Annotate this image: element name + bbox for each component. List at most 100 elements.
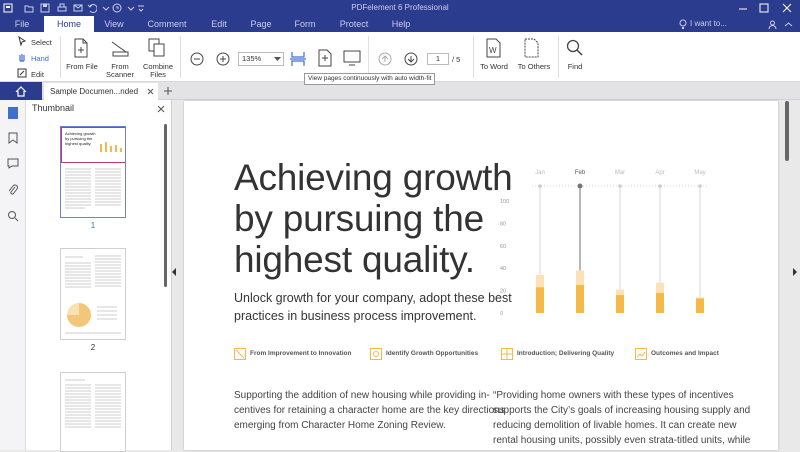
category-marker <box>538 184 542 188</box>
close-tab-icon[interactable] <box>147 88 154 95</box>
customize-toolbar-icon[interactable] <box>136 3 146 13</box>
category-marker <box>618 184 622 188</box>
heading-line: Achieving growth <box>234 157 513 198</box>
snippet-line: highest quality. <box>65 141 92 146</box>
separator <box>558 36 559 78</box>
to-word-icon: W <box>486 38 501 58</box>
single-page-icon[interactable] <box>317 49 333 67</box>
bar-upper-segment <box>616 289 624 296</box>
separator <box>473 36 474 78</box>
body-line: Supporting the addition of new housing w… <box>234 390 490 401</box>
to-word-button[interactable]: To Word <box>474 62 514 71</box>
email-icon[interactable] <box>73 3 83 13</box>
menu-file[interactable]: File <box>6 16 38 32</box>
search-field[interactable]: I want to... <box>690 16 727 32</box>
fullscreen-icon[interactable] <box>343 50 361 66</box>
zoom-select[interactable]: 135% <box>238 52 284 66</box>
new-tab-icon[interactable] <box>163 86 173 96</box>
separator <box>368 36 369 78</box>
from-scanner-label-2[interactable]: Scanner <box>102 70 138 79</box>
edit-icon <box>17 68 27 78</box>
scanner-icon <box>111 41 129 57</box>
zoom-out-icon[interactable] <box>190 52 204 66</box>
close-window-icon[interactable] <box>782 3 792 13</box>
maximize-icon[interactable] <box>759 3 769 13</box>
open-folder-icon[interactable] <box>24 3 34 13</box>
thumbnail-panel-icon[interactable] <box>7 106 19 120</box>
from-file-icon <box>74 38 88 58</box>
thumbnail-page-2-content <box>65 255 121 334</box>
separator <box>60 36 61 78</box>
history-icon[interactable] <box>112 3 122 13</box>
zoom-in-icon[interactable] <box>216 52 230 66</box>
menu-comment[interactable]: Comment <box>141 16 193 32</box>
fit-width-icon[interactable] <box>289 50 307 68</box>
bar-upper-segment <box>656 282 664 293</box>
home-tab[interactable] <box>0 82 42 100</box>
menu-home[interactable]: Home <box>44 16 94 32</box>
y-tick-label: 60 <box>500 244 506 250</box>
collapse-ribbon-icon[interactable] <box>784 20 793 29</box>
history-dropdown-icon[interactable] <box>127 4 135 12</box>
window-title: PDFelement 6 Professional <box>351 3 449 12</box>
menu-help[interactable]: Help <box>386 16 416 32</box>
menu-form[interactable]: Form <box>288 16 322 32</box>
comment-panel-icon[interactable] <box>7 158 19 169</box>
document-tab-label: Sample Documen...nded <box>50 87 139 96</box>
search-panel-icon[interactable] <box>7 210 19 222</box>
previous-page-icon[interactable] <box>378 52 392 66</box>
home-icon <box>15 86 27 97</box>
y-tick-label: 40 <box>500 266 506 272</box>
document-tab[interactable]: Sample Documen...nded <box>44 83 158 100</box>
thumbnail-scrollbar[interactable] <box>164 124 167 287</box>
find-button[interactable]: Find <box>560 62 590 71</box>
combine-files-label-2[interactable]: Files <box>139 70 177 79</box>
menu-view[interactable]: View <box>96 16 132 32</box>
feature-icon <box>370 348 382 360</box>
close-panel-icon[interactable] <box>157 105 165 113</box>
menu-protect[interactable]: Protect <box>332 16 376 32</box>
page-number-input[interactable]: 1 <box>427 53 449 65</box>
x-tick-label: Mar <box>615 170 625 176</box>
body-column-1: Supporting the addition of new housing w… <box>234 388 505 433</box>
bar-lower-segment <box>656 292 664 313</box>
bookmark-icon[interactable] <box>8 132 18 144</box>
x-tick-label: Jan <box>535 170 545 176</box>
y-tick-label: 80 <box>500 221 506 227</box>
thumbnail-page-1[interactable]: Achieving growth by pursuing the highest… <box>60 126 126 218</box>
thumbnail-snippet: Achieving growth by pursuing the highest… <box>65 131 95 146</box>
thumbnail-page-2[interactable] <box>60 248 126 340</box>
body-line: supports the City’s goals of increasing … <box>493 405 751 416</box>
x-tick-label: Apr <box>655 170 664 176</box>
document-scrollbar[interactable] <box>785 101 789 161</box>
thumbnail-page-3[interactable] <box>60 372 126 452</box>
undo-icon[interactable] <box>87 3 97 13</box>
print-icon[interactable] <box>57 3 67 13</box>
feature-label-2: Identify Growth Opportunities <box>386 350 479 357</box>
hand-tool[interactable]: Hand <box>31 54 49 63</box>
save-icon[interactable] <box>40 3 50 13</box>
lightbulb-icon <box>679 19 687 29</box>
from-file-button[interactable]: From File <box>64 62 100 71</box>
edit-tool[interactable]: Edit <box>31 70 44 79</box>
select-cursor-icon <box>18 36 27 46</box>
y-tick-label: 100 <box>500 199 509 205</box>
menu-page[interactable]: Page <box>244 16 278 32</box>
select-tool[interactable]: Select <box>31 38 52 47</box>
body-line: emerging from Character Home Zoning Revi… <box>234 420 446 431</box>
account-icon[interactable] <box>768 20 777 29</box>
side-toolbar <box>0 100 26 450</box>
minimize-icon[interactable] <box>738 3 748 13</box>
page-total: / 5 <box>452 55 461 64</box>
undo-dropdown-icon[interactable] <box>102 4 110 12</box>
y-tick-label: 0 <box>500 311 503 317</box>
attachment-icon[interactable] <box>8 184 18 196</box>
menu-edit[interactable]: Edit <box>204 16 234 32</box>
expand-panel-icon[interactable] <box>792 268 797 276</box>
subtitle-line: Unlock growth for your company, adopt th… <box>234 291 512 305</box>
menu-bar: File Home View Comment Edit Page Form Pr… <box>0 16 800 32</box>
zoom-value: 135% <box>242 54 262 63</box>
pdf-page[interactable]: Achieving growth by pursuing the highest… <box>184 101 778 450</box>
next-page-icon[interactable] <box>404 52 418 66</box>
to-others-button[interactable]: To Others <box>512 62 556 71</box>
